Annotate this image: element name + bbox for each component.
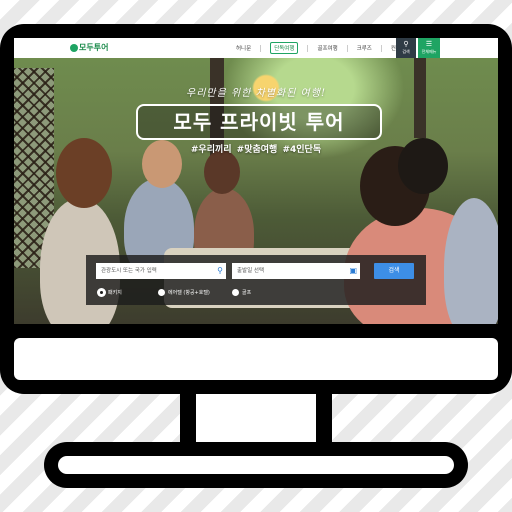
- travel-search-panel: 관광도시 또는 국가 입력 ⚲ 출발일 선택 ▣ 검색 패키지 에어텔 (항공+…: [86, 255, 426, 305]
- all-menu-label: 전체메뉴: [421, 49, 437, 54]
- logo-mark-icon: [70, 43, 78, 52]
- hero-banner: 우리만을 위한 차별화된 여행! 모두 프라이빗 투어 #우리끼리 #맞춤여행 …: [14, 58, 498, 324]
- header-search-button[interactable]: ⚲ 검색: [396, 38, 416, 58]
- monitor-stand-base-inner: [58, 456, 454, 474]
- site-header: 모두투어 허니문 단독여행 골프여행 크루즈 컨셉투어 ⚲ 검색 ☰ 전체메뉴: [14, 38, 498, 59]
- radio-unchecked-icon: [232, 288, 239, 296]
- nav-divider: [346, 44, 348, 52]
- search-submit-button[interactable]: 검색: [374, 263, 414, 279]
- calendar-icon: ▣: [349, 266, 357, 275]
- all-menu-button[interactable]: ☰ 전체메뉴: [418, 38, 440, 58]
- logo-text: 모두투어: [79, 43, 109, 52]
- radio-package[interactable]: 패키지: [98, 287, 122, 297]
- hero-title: 모두 프라이빗 투어: [173, 110, 345, 134]
- radio-airtel-label: 에어텔 (항공+호텔): [168, 289, 210, 296]
- browser-screen: 모두투어 허니문 단독여행 골프여행 크루즈 컨셉투어 ⚲ 검색 ☰ 전체메뉴: [14, 38, 498, 324]
- nav-item-cruise[interactable]: 크루즈: [357, 44, 372, 52]
- hero-title-frame: 모두 프라이빗 투어: [136, 104, 382, 140]
- destination-placeholder: 관광도시 또는 국가 입력: [101, 268, 157, 274]
- hero-photo-person: [204, 150, 240, 194]
- departure-date-placeholder: 출발일 선택: [237, 268, 265, 274]
- destination-input[interactable]: 관광도시 또는 국가 입력 ⚲: [96, 263, 226, 279]
- site-logo[interactable]: 모두투어: [70, 42, 108, 53]
- hamburger-icon: ☰: [425, 40, 433, 48]
- nav-item-honeymoon[interactable]: 허니문: [236, 44, 251, 52]
- departure-date-input[interactable]: 출발일 선택 ▣: [232, 263, 360, 279]
- radio-unchecked-icon: [158, 288, 165, 296]
- nav-divider: [307, 44, 309, 52]
- hero-subtitle: 우리만을 위한 차별화된 여행!: [186, 88, 326, 99]
- radio-checked-icon: [98, 288, 105, 296]
- nav-divider: [380, 44, 382, 52]
- radio-golf[interactable]: 골프: [232, 287, 251, 297]
- hero-hashtags: #우리끼리 #맞춤여행 #4인단독: [190, 145, 322, 155]
- main-menu: 허니문 단독여행 골프여행 크루즈 컨셉투어: [236, 40, 411, 56]
- nav-item-private-tour[interactable]: 단독여행: [270, 42, 299, 54]
- search-icon: ⚲: [217, 266, 223, 275]
- radio-golf-label: 골프: [242, 289, 252, 296]
- nav-item-golf[interactable]: 골프여행: [317, 44, 337, 52]
- monitor-neck-inner: [196, 394, 316, 442]
- radio-package-label: 패키지: [108, 289, 122, 296]
- hero-photo-person: [444, 198, 498, 324]
- radio-airtel[interactable]: 에어텔 (항공+호텔): [158, 287, 210, 297]
- monitor-chin: [14, 338, 498, 380]
- search-icon: ⚲: [403, 40, 409, 48]
- header-search-label: 검색: [402, 49, 410, 54]
- nav-divider: [260, 44, 262, 52]
